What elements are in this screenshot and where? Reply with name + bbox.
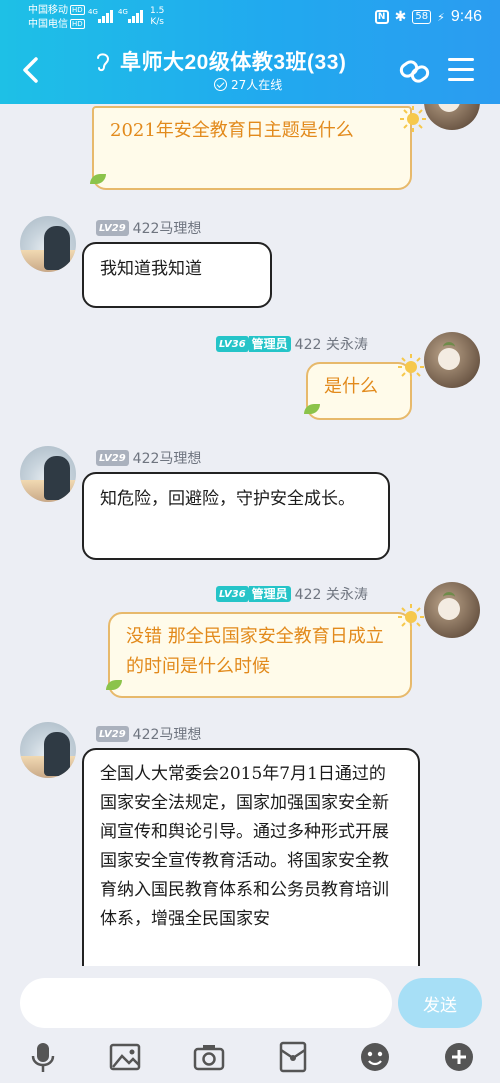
status-right: N ✱ 58 ⚡ 9:46 xyxy=(374,8,482,26)
avatar[interactable] xyxy=(20,446,76,502)
message-text: 全国人大常委会2015年7月1日通过的国家安全法规定，国家加强国家安全新闻宣传和… xyxy=(100,764,389,929)
top-bar: 中国移动 HD 中国电信 HD 4G 4G 1.5 K/s N ✱ 58 ⚡ 9:46… xyxy=(0,0,500,104)
carrier-1: 中国移动 HD xyxy=(28,5,85,17)
signal-1-icon xyxy=(98,10,113,23)
online-status[interactable]: 27人在线 xyxy=(214,76,282,93)
sender-meta: LV36 管理员 422 关永涛 xyxy=(216,584,368,604)
message-text: 2021年安全教育日主题是什么 xyxy=(110,120,354,141)
plus-icon[interactable] xyxy=(442,1040,476,1074)
message-bubble[interactable]: 全国人大常委会2015年7月1日通过的国家安全法规定，国家加强国家安全新闻宣传和… xyxy=(82,748,420,966)
avatar[interactable] xyxy=(424,332,480,388)
level-badge: LV29 xyxy=(96,726,129,742)
avatar[interactable] xyxy=(424,104,480,130)
message-bubble[interactable]: 知危险，回避险，守护安全成长。 xyxy=(82,472,390,560)
mic-icon[interactable] xyxy=(26,1040,60,1074)
emoji-icon[interactable] xyxy=(358,1040,392,1074)
admin-badge: 管理员 xyxy=(248,586,291,602)
online-check-icon xyxy=(214,78,227,91)
message-text: 我知道我知道 xyxy=(100,259,202,279)
avatar[interactable] xyxy=(424,582,480,638)
sender-meta: LV29 422马理想 xyxy=(96,724,201,744)
network-type-1: 4G xyxy=(88,8,98,16)
sender-name[interactable]: 422 关永涛 xyxy=(295,334,368,354)
sender-meta: LV36 管理员 422 关永涛 xyxy=(216,334,368,354)
sun-decoration-icon xyxy=(398,354,424,380)
admin-badge: 管理员 xyxy=(248,336,291,352)
input-toolbar xyxy=(0,1040,500,1076)
speed-value: 1.5 xyxy=(150,6,165,16)
status-bar: 中国移动 HD 中国电信 HD 4G 4G 1.5 K/s N ✱ 58 ⚡ 9:46 xyxy=(0,0,500,36)
hd-badge: HD xyxy=(70,5,85,15)
message-bubble[interactable]: 没错 那全民国家安全教育日成立的时间是什么时候 xyxy=(108,612,412,698)
camera-icon[interactable] xyxy=(192,1040,226,1074)
input-bar: 发送 xyxy=(0,966,500,1083)
avatar[interactable] xyxy=(20,722,76,778)
message-bubble[interactable]: 2021年安全教育日主题是什么 xyxy=(92,106,412,190)
image-icon[interactable] xyxy=(108,1040,142,1074)
title-group: 阜师大20级体教3班(33) xyxy=(94,46,346,76)
sender-name[interactable]: 422 关永涛 xyxy=(295,584,368,604)
hd-badge: HD xyxy=(70,19,85,29)
level-badge: LV36 xyxy=(216,586,249,602)
message-text: 知危险，回避险，守护安全成长。 xyxy=(100,489,355,509)
bluetooth-icon: ✱ xyxy=(394,9,407,25)
clock: 9:46 xyxy=(450,8,482,25)
level-badge: LV36 xyxy=(216,336,249,352)
network-speed: 1.5 K/s xyxy=(150,6,164,28)
sender-meta: LV29 422马理想 xyxy=(96,218,201,238)
battery-icon: 58 xyxy=(412,10,432,24)
chat-header: 阜师大20级体教3班(33) 27人在线 xyxy=(0,36,500,104)
sender-meta: LV29 422马理想 xyxy=(96,448,201,468)
sender-name[interactable]: 422马理想 xyxy=(133,218,202,238)
red-packet-icon[interactable] xyxy=(276,1040,310,1074)
charging-icon: ⚡ xyxy=(437,10,445,24)
sun-decoration-icon xyxy=(398,604,424,630)
ear-icon xyxy=(97,53,110,72)
menu-icon[interactable] xyxy=(448,58,474,82)
group-link-icon[interactable] xyxy=(398,56,432,86)
sender-name[interactable]: 422马理想 xyxy=(133,724,202,744)
sun-decoration-icon xyxy=(400,106,426,132)
speed-unit: K/s xyxy=(150,17,164,27)
level-badge: LV29 xyxy=(96,450,129,466)
group-title[interactable]: 阜师大20级体教3班(33) xyxy=(120,46,346,76)
message-text: 是什么 xyxy=(324,376,378,397)
message-bubble[interactable]: 我知道我知道 xyxy=(82,242,272,308)
message-list[interactable]: 2021年安全教育日主题是什么 LV29 422马理想 我知道我知道 LV36 管理… xyxy=(0,104,500,966)
send-button[interactable]: 发送 xyxy=(398,978,482,1028)
sender-name[interactable]: 422马理想 xyxy=(133,448,202,468)
nfc-icon: N xyxy=(374,10,389,24)
online-count: 27人在线 xyxy=(231,78,283,92)
message-input[interactable] xyxy=(20,978,392,1028)
level-badge: LV29 xyxy=(96,220,129,236)
carrier-2-label: 中国电信 xyxy=(28,19,68,30)
avatar[interactable] xyxy=(20,216,76,272)
message-text: 没错 那全民国家安全教育日成立的时间是什么时候 xyxy=(126,626,384,677)
network-type-2: 4G xyxy=(118,8,128,16)
carrier-2: 中国电信 HD xyxy=(28,19,85,31)
carrier-1-label: 中国移动 xyxy=(28,5,68,16)
back-icon[interactable] xyxy=(18,56,44,84)
signal-2-icon xyxy=(128,10,143,23)
